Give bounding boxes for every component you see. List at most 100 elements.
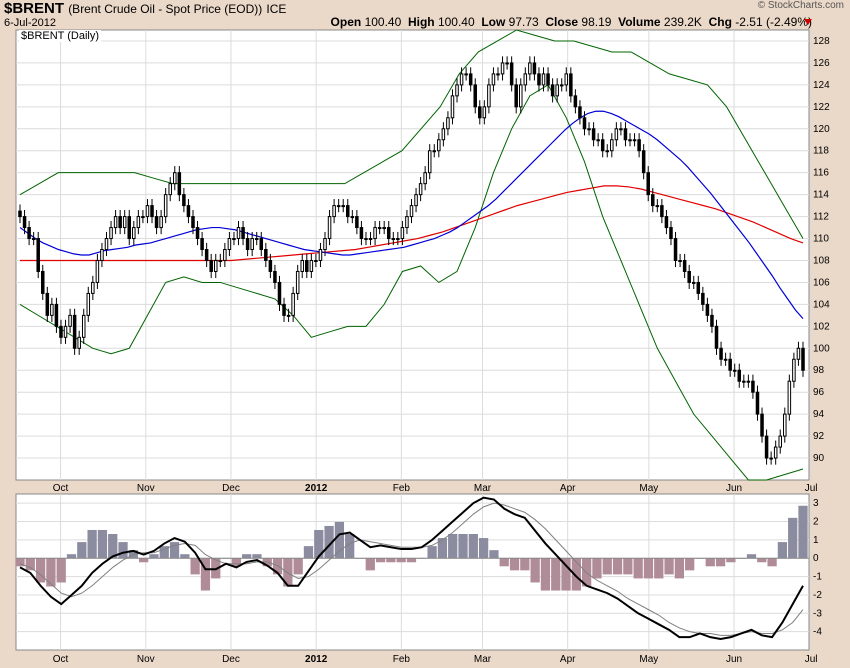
macd-histogram-bar [25,558,35,571]
candle-body [346,205,350,218]
candle-body [159,216,163,229]
candle-body [405,216,409,229]
candle-body [464,73,468,76]
candle-body [350,216,355,219]
candle-body [305,259,309,272]
macd-xtick-label: Nov [137,654,155,665]
candle-body [332,205,336,218]
candle-body [673,238,678,261]
price-ytick-label: 122 [813,102,830,113]
macd-histogram-bar [551,558,561,591]
macd-histogram-bar [643,558,654,579]
candle-body [646,172,650,196]
candle-body [59,325,63,338]
macd-histogram-bar [334,521,345,559]
price-xtick-label: Apr [560,483,576,494]
candle-body [723,358,728,361]
candle-body [254,238,259,241]
price-ytick-label: 126 [813,58,830,69]
candle-body [518,84,523,108]
candle-body [610,139,614,152]
candle-body [132,227,136,240]
price-ytick-label: 108 [813,255,830,266]
macd-histogram-bar [489,550,499,559]
candle-body [701,292,705,305]
macd-histogram-bar [448,534,458,559]
candle-body [309,259,314,272]
candle-body [641,150,646,174]
macd-histogram-bar [56,558,66,583]
candle-body [250,238,254,251]
candle-body [660,205,664,218]
price-xtick-label: Jul [805,483,818,494]
candle-body [773,446,778,459]
price-xtick-label: Oct [53,483,69,494]
candle-body [505,62,509,65]
candle-body [796,347,801,360]
price-panel-label: $BRENT (Daily) [19,30,102,42]
candle-body [213,259,218,272]
candle-body [555,84,559,97]
macd-histogram-bar [180,554,190,559]
candle-body [277,281,282,305]
candle-body [227,238,232,251]
macd-histogram-bar [530,558,540,583]
candle-body [737,369,742,382]
candle-body [801,347,805,371]
candle-body [150,205,154,218]
candle-body [218,259,223,262]
macd-xtick-label: Jul [805,654,818,665]
macd-histogram-bar [468,534,478,559]
candle-body [623,128,628,141]
candle-body [204,249,209,261]
candle-body [482,106,487,119]
macd-histogram-bar [777,542,788,559]
candle-body [382,227,386,230]
macd-ytick-label: 2 [813,517,819,528]
price-ytick-label: 94 [813,409,825,420]
candle-body [341,205,345,208]
candle-body [628,139,632,142]
candle-body [605,150,610,153]
chart-root: { "header": { "symbol": "$BRENT", "descr… [0,0,850,668]
candle-body [559,84,564,87]
macd-histogram-bar [118,542,128,559]
price-ytick-label: 128 [813,36,830,47]
candle-body [764,435,769,459]
candle-body [514,84,518,108]
macd-histogram-bar [654,558,664,579]
macd-histogram-bar [499,558,509,567]
candle-body [746,380,751,383]
candle-body [619,128,623,131]
macd-histogram-bar [396,558,406,563]
candle-body [478,106,482,119]
macd-xtick-label: 2012 [305,654,328,665]
candle-body [564,73,569,86]
macd-histogram-bar [149,554,159,559]
price-ytick-label: 112 [813,212,829,223]
candle-body [450,95,455,119]
macd-histogram-bar [97,529,108,559]
candle-body [163,194,168,218]
candle-body [323,238,327,251]
candle-body [728,358,732,371]
candle-body [778,435,782,448]
candle-body [95,259,100,283]
candle-body [27,227,31,240]
candle-body [491,73,496,86]
candle-body [186,205,191,218]
price-ytick-label: 106 [813,277,830,288]
candle-body [582,117,587,130]
candle-body [687,270,691,283]
price-ytick-label: 120 [813,124,830,135]
candle-body [241,227,245,240]
candle-body [719,347,723,360]
price-xtick-label: Dec [222,483,240,494]
candle-body [318,249,323,261]
macd-histogram-bar [87,529,97,559]
macd-histogram-bar [509,558,520,571]
macd-histogram-bar [386,558,396,563]
candle-body [600,139,605,152]
candle-body [31,238,36,241]
candle-body [760,413,764,437]
